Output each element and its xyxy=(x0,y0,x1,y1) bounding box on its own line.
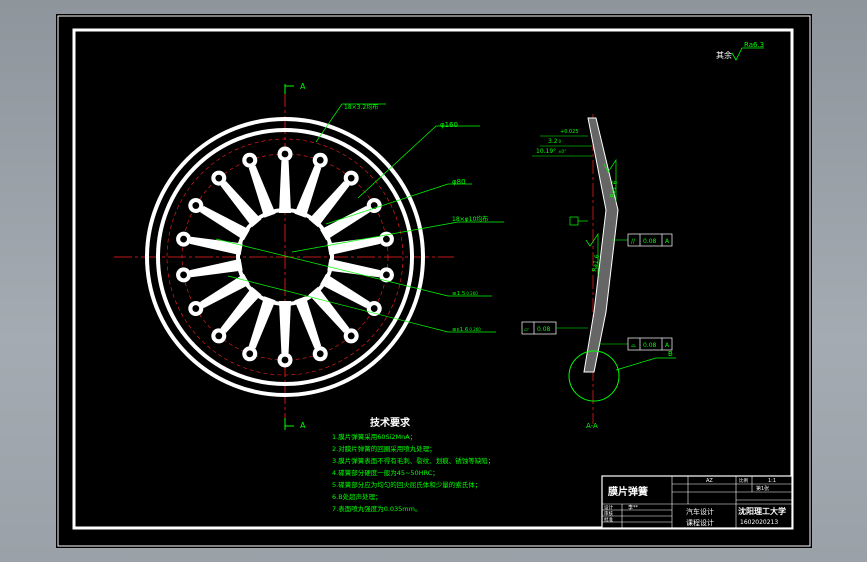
tb-design-type: 课程设计 xyxy=(686,518,714,527)
tb-part-name: 膜片弹簧 xyxy=(608,485,648,498)
roughness-note-label: 其余 xyxy=(716,50,732,60)
dim-thickness: 3.20 xyxy=(548,138,562,145)
spring-finger xyxy=(327,258,394,283)
tech-req-item: 1.膜片弹簧采用60Si2MnA； xyxy=(332,432,416,441)
svg-text:0.08: 0.08 xyxy=(643,342,657,349)
tech-req-item: 2.对膜片弹簧的回圈采用喷丸处理； xyxy=(332,444,436,453)
dim-angle: 10.19° ±0° xyxy=(536,148,566,155)
spring-finger xyxy=(277,301,293,368)
finger-hole xyxy=(281,356,289,364)
title-block: 膜片弹簧 AZ 1:1 比例 第1张 设计 审核 批准 李** 汽车设计 课程设… xyxy=(601,475,793,529)
tb-scale: 1:1 xyxy=(768,478,776,484)
gdt-parallel: // 0.08 A xyxy=(612,233,673,247)
tb-university: 沈阳理工大学 xyxy=(738,506,786,516)
gdt-flatness: ▱ 0.08 xyxy=(521,321,588,335)
outer-border xyxy=(57,15,811,547)
tb-row-review: 审核 xyxy=(604,510,613,517)
dim-holes: 18×φ10均布 xyxy=(452,215,488,223)
section-view: B A-A +0.025 3.20 10.19° ±0° Ra1.6 Ra1.6 … xyxy=(521,114,676,430)
gdt-profile: ⌓ 0.08 A xyxy=(598,337,673,351)
tech-req-item: 5.碟簧部分应为均匀的回火屈氏体和少量的索氏体； xyxy=(332,480,481,489)
spring-finger xyxy=(277,146,293,213)
technical-requirements: 技术要求 1.膜片弹簧采用60Si2MnA； 2.对膜片弹簧的回圈采用喷丸处理；… xyxy=(332,416,494,513)
tech-req-item: 3.膜片弹簧表面不得有毛刺、裂纹、划痕、锈蚀等缺陷； xyxy=(332,456,494,465)
tb-sheet-label: 比例 xyxy=(739,477,748,484)
dim-inner-dia: φ80 xyxy=(452,178,466,186)
tb-row-approve: 批准 xyxy=(604,516,613,523)
svg-text://: // xyxy=(631,238,636,245)
tech-req-item: 4.碟簧部分硬度一般为45~50HRC； xyxy=(332,468,439,477)
tb-designer: 李** xyxy=(628,504,639,511)
drawing-sheet: 其余 Ra6.3 A A 18×3.2均布 φ160 φ80 18×φ10均布 … xyxy=(56,14,812,548)
svg-text:0.08: 0.08 xyxy=(643,238,657,245)
tech-req-title: 技术要求 xyxy=(370,416,411,429)
front-view: A A 18×3.2均布 φ160 φ80 18×φ10均布 ≡1.50.260… xyxy=(114,82,504,430)
spring-finger xyxy=(176,231,243,256)
datum-box xyxy=(569,216,579,226)
detail-leader xyxy=(615,357,676,371)
svg-text:⌓: ⌓ xyxy=(631,342,636,349)
dim-outer-dia: φ160 xyxy=(440,121,458,129)
section-mark-top: A xyxy=(300,82,306,91)
dim-slots: 18×3.2均布 xyxy=(344,103,378,111)
svg-text:A: A xyxy=(665,238,670,245)
roughness-symbol xyxy=(731,47,764,61)
roughness-note-value: Ra6.3 xyxy=(744,41,764,49)
tb-sheet-value: 第1张 xyxy=(756,485,769,492)
svg-text:A: A xyxy=(665,342,670,349)
finger-hole xyxy=(281,150,289,158)
svg-text:0.08: 0.08 xyxy=(537,326,551,333)
section-view-label: A-A xyxy=(586,422,598,430)
tb-drawing-number: 1602020213 xyxy=(740,519,778,526)
tech-req-item: 6.B处超声处理； xyxy=(332,492,382,501)
section-arrow-bottom xyxy=(284,418,294,430)
svg-text:▱: ▱ xyxy=(524,326,529,333)
dim-top-tol: +0.025 xyxy=(560,129,579,135)
tb-material: AZ xyxy=(706,478,713,484)
section-arrow-top xyxy=(284,84,294,94)
tb-row-design: 设计 xyxy=(604,504,613,511)
spring-finger xyxy=(176,258,243,283)
tech-req-item: 7.表面喷丸强度为0.035mm。 xyxy=(332,504,421,513)
tb-course: 汽车设计 xyxy=(686,507,714,516)
cad-drawing: 其余 Ra6.3 A A 18×3.2均布 φ160 φ80 18×φ10均布 … xyxy=(57,15,811,547)
detail-label-b: B xyxy=(668,350,673,358)
section-mark-bottom: A xyxy=(300,421,306,430)
